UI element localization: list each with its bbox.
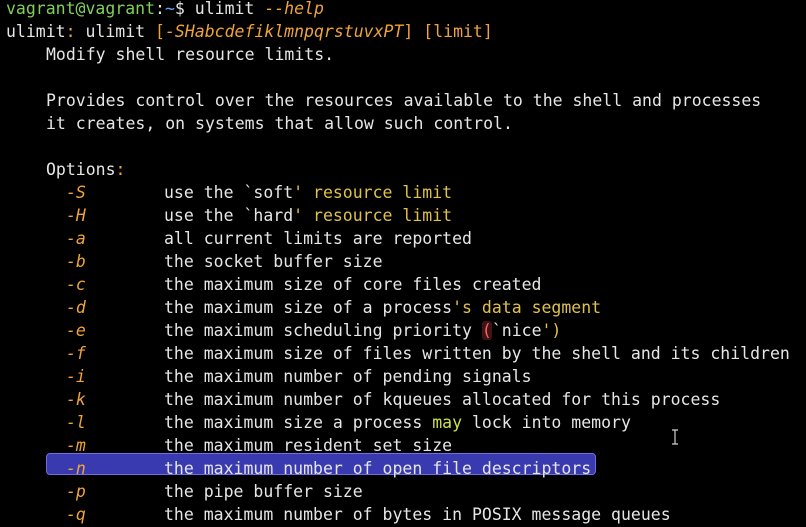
terminal-window[interactable]: vagrant@vagrant:~$ ulimit --help ulimit:… [6,0,806,527]
option-description-part: the maximum size of core files created [164,275,542,294]
option-description-part: ' resource limit [293,206,453,225]
option-flag: -m [66,436,86,455]
prompt-path: ~ [164,0,175,18]
option-description-part: may [432,413,463,432]
option-description-part: the maximum number of kqueues allocated … [164,390,721,409]
option-flag: -f [66,344,86,363]
options-heading-colon: : [115,160,126,179]
text-cursor-icon [672,429,678,445]
option-description-part: ( [481,321,492,340]
option-description-part: all current limits are reported [164,229,472,248]
option-flag: -b [66,252,86,271]
option-description: the socket buffer size [164,250,383,273]
option-description-part: the maximum number of pending signals [164,367,532,386]
option-description-part: the maximum resident set size [164,436,453,455]
option-description: all current limits are reported [164,227,472,250]
option-flag: -H [66,206,86,225]
option-row-f: -f the maximum size of files written by t… [6,342,806,365]
option-flag: -c [66,275,86,294]
option-flag: -l [66,413,86,432]
option-description-part: 's data segment [452,298,602,317]
option-flag: -n [66,459,86,478]
option-description-part: use the `soft [164,183,294,202]
usage-colon: : [65,22,76,41]
option-description: the maximum size of a process's data seg… [164,296,601,319]
option-row-l: -l the maximum size a process may lock in… [6,411,806,434]
option-row-n: -n the maximum number of open file descri… [6,457,806,480]
option-description-part: `nice [491,321,542,340]
option-description: the maximum size of core files created [164,273,542,296]
option-description: the maximum size a process may lock into… [164,411,631,434]
option-row-H: -H use the `hard' resource limit [6,204,806,227]
option-row-q: -q the maximum number of bytes in POSIX m… [6,503,806,526]
option-flag: -i [66,367,86,386]
option-row-S: -S use the `soft' resource limit [6,181,806,204]
option-description: use the `soft' resource limit [164,181,452,204]
usage-name: ulimit [85,22,146,41]
option-flag: -e [66,321,86,340]
option-row-e: -e the maximum scheduling priority (`nice… [6,319,806,342]
option-description-part: the maximum size of a process [164,298,453,317]
option-description-part: ' resource limit [293,183,453,202]
option-description: the maximum number of open file descript… [164,457,591,480]
option-flag: -a [66,229,86,248]
option-description: the maximum size of files written by the… [164,342,790,365]
usage-limit: [limit] [423,22,493,41]
option-row-a: -a all current limits are reported [6,227,806,250]
usage-prefix: ulimit [6,22,66,41]
option-description: use the `hard' resource limit [164,204,452,227]
option-row-b: -b the socket buffer size [6,250,806,273]
option-description-part: use the `hard [164,206,294,225]
option-row-m: -m the maximum resident set size [6,434,806,457]
option-description-part: the socket buffer size [164,252,383,271]
option-flag: -d [66,298,86,317]
option-description: the maximum number of kqueues allocated … [164,388,720,411]
option-row-c: -c the maximum size of core files created [6,273,806,296]
option-row-d: -d the maximum size of a process's data s… [6,296,806,319]
prompt-separator: : [155,0,165,18]
usage-line: ulimit: ulimit [-SHabcdefiklmnpqrstuvxPT… [6,20,493,43]
option-flag: -k [66,390,86,409]
option-description-part: the maximum size of files written by the… [164,344,790,363]
option-row-i: -i the maximum number of pending signals [6,365,806,388]
option-description-part: the maximum size a process [164,413,433,432]
prompt-user-host: vagrant@vagrant [6,0,156,18]
option-description: the maximum scheduling priority (`nice') [164,319,561,342]
command-name: ulimit [194,0,255,18]
option-flag: -q [66,505,86,524]
option-description-part: lock into memory [462,413,631,432]
option-row-p: -p the pipe buffer size [6,480,806,503]
option-description: the pipe buffer size [164,480,363,503]
command-flag: --help [264,0,324,18]
option-description: the maximum number of pending signals [164,365,532,388]
options-heading: Options: [46,158,125,181]
option-description: the maximum number of bytes in POSIX mes… [164,503,671,526]
description-line-1: Provides control over the resources avai… [46,91,762,110]
option-row-k: -k the maximum number of kqueues allocate… [6,388,806,411]
prompt-line: vagrant@vagrant:~$ ulimit --help [6,0,324,20]
description-line-2: it creates, on systems that allow such c… [46,114,513,133]
usage-bracket-close: ] [403,22,414,41]
summary-text: Modify shell resource limits. [46,45,335,64]
option-flag: -S [66,183,86,202]
option-description: the maximum resident set size [164,434,452,457]
option-description-part: the maximum number of open file descript… [164,459,592,478]
option-description-part: ') [541,321,562,340]
option-description-part: the pipe buffer size [164,482,363,501]
prompt-symbol: $ [174,0,185,18]
options-heading-label: Options [46,160,116,179]
option-flag: -p [66,482,86,501]
option-description-part: the maximum number of bytes in POSIX mes… [164,505,671,524]
option-description-part: the maximum scheduling priority [164,321,482,340]
usage-bracket-open: [ [155,22,165,41]
usage-flags: -SHabcdefiklmnpqrstuvxPT [164,22,404,41]
